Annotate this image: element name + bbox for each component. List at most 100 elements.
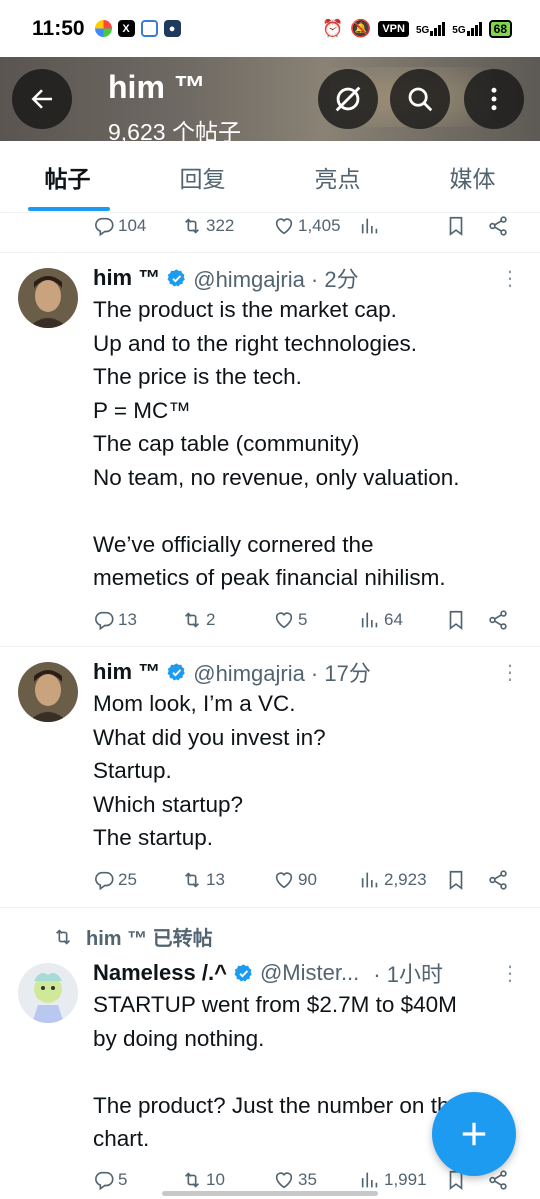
tweet-text: Mom look, I’m a VC. What did you invest … (93, 691, 326, 850)
verified-badge-icon (233, 963, 254, 984)
share-button[interactable] (487, 215, 509, 237)
repost-icon (181, 215, 203, 237)
tweet-header: him ™ @himgajria · 17分 (93, 656, 371, 688)
signal-icon: 5G (452, 21, 482, 36)
app-notification-icon (140, 20, 158, 37)
views-button[interactable]: 2,923 (359, 869, 427, 891)
search-icon (408, 87, 433, 112)
share-icon (487, 215, 509, 237)
mute-icon: 🔕 (350, 18, 372, 38)
repost-button[interactable]: 13 (181, 869, 225, 891)
compose-button[interactable] (432, 1092, 516, 1176)
views-icon (359, 215, 381, 237)
bookmark-icon (445, 215, 467, 237)
vpn-badge: VPN (378, 20, 409, 37)
bookmark-button[interactable] (445, 215, 467, 237)
tweet-header: him ™ @himgajria · 2分 (93, 262, 359, 294)
author-name[interactable]: him ™ (93, 659, 160, 685)
author-name[interactable]: him ™ (93, 265, 160, 291)
views-button[interactable] (359, 215, 381, 237)
tweet-text: The product is the market cap. Up and to… (93, 297, 460, 590)
bookmark-button[interactable] (445, 609, 467, 631)
tweet-more-button[interactable]: ⋮ (500, 660, 520, 685)
tweet-more-button[interactable]: ⋮ (500, 266, 520, 291)
search-button[interactable] (390, 69, 450, 129)
views-icon (359, 609, 381, 631)
author-handle: @himgajria · 17分 (193, 661, 371, 686)
post-time: · 1小时 (373, 962, 443, 987)
repost-indicator[interactable]: him ™ 已转帖 (52, 922, 213, 951)
notification-icons: X ● (94, 20, 181, 37)
author-handle: @himgajria · 2分 (193, 267, 359, 292)
reply-icon (93, 869, 115, 891)
signal-icon: 5G (416, 21, 446, 36)
repost-button[interactable]: 2 (181, 609, 215, 631)
bookmark-button[interactable] (445, 869, 467, 891)
repost-button[interactable]: 322 (181, 215, 234, 237)
x-app-icon: X (117, 20, 135, 37)
tab-highlights[interactable]: 亮点 (270, 141, 405, 212)
profile-header: him ™ 9,623 个帖子 (0, 57, 540, 141)
repost-icon (181, 1169, 203, 1191)
bookmark-icon (445, 609, 467, 631)
views-button[interactable]: 64 (359, 609, 403, 631)
views-icon (359, 869, 381, 891)
home-indicator[interactable] (162, 1191, 378, 1196)
share-button[interactable] (487, 869, 509, 891)
tweet-actions: 104 322 1,405 (93, 211, 518, 241)
views-button[interactable]: 1,991 (359, 1169, 427, 1191)
share-icon (487, 609, 509, 631)
verified-badge-icon (166, 268, 187, 289)
repost-icon (181, 609, 203, 631)
like-button[interactable]: 1,405 (273, 215, 341, 237)
post-count: 9,623 个帖子 (108, 119, 241, 141)
grok-button[interactable] (318, 69, 378, 129)
alarm-icon: ⏰ (321, 18, 344, 38)
plus-icon (462, 1122, 486, 1146)
divider (0, 646, 540, 647)
more-vertical-icon (491, 87, 497, 111)
like-button[interactable]: 5 (273, 609, 307, 631)
reply-icon (93, 1169, 115, 1191)
avatar[interactable] (18, 963, 78, 1023)
avatar[interactable] (18, 662, 78, 722)
reply-button[interactable]: 25 (93, 869, 137, 891)
repost-icon (52, 926, 74, 948)
views-icon (359, 1169, 381, 1191)
heart-icon (273, 609, 295, 631)
reply-button[interactable]: 5 (93, 1169, 127, 1191)
app-notification-icon (94, 20, 112, 37)
repost-label: him ™ 已转帖 (86, 928, 213, 950)
like-button[interactable]: 90 (273, 869, 317, 891)
back-button[interactable] (12, 69, 72, 129)
reply-button[interactable]: 13 (93, 609, 137, 631)
heart-icon (273, 869, 295, 891)
share-icon (487, 869, 509, 891)
more-options-button[interactable] (464, 69, 524, 129)
divider (0, 252, 540, 253)
system-icons: ⏰ 🔕 VPN 5G 5G 68 (322, 19, 512, 39)
profile-tabs: 帖子 回复 亮点 媒体 (0, 141, 540, 213)
tab-replies[interactable]: 回复 (135, 141, 270, 212)
status-bar: 11:50 X ● ⏰ 🔕 VPN 5G 5G 68 (0, 0, 540, 57)
like-button[interactable]: 35 (273, 1169, 317, 1191)
tab-posts[interactable]: 帖子 (0, 141, 135, 212)
grok-icon (335, 86, 361, 112)
reply-button[interactable]: 104 (93, 215, 146, 237)
tweet-header: Nameless /.^ @Mister... · 1小时 (93, 957, 443, 989)
tweet-actions: 25 13 90 2,923 (93, 865, 518, 895)
verified-badge-icon (166, 662, 187, 683)
author-name[interactable]: Nameless /.^ (93, 960, 227, 986)
share-button[interactable] (487, 609, 509, 631)
tweet-more-button[interactable]: ⋮ (500, 961, 520, 986)
heart-icon (273, 1169, 295, 1191)
cat-app-icon: ● (163, 20, 181, 37)
avatar[interactable] (18, 268, 78, 328)
repost-icon (181, 869, 203, 891)
tab-media[interactable]: 媒体 (405, 141, 540, 212)
bookmark-icon (445, 869, 467, 891)
battery-indicator: 68 (488, 19, 512, 38)
reply-icon (93, 215, 115, 237)
repost-button[interactable]: 10 (181, 1169, 225, 1191)
reply-icon (93, 609, 115, 631)
